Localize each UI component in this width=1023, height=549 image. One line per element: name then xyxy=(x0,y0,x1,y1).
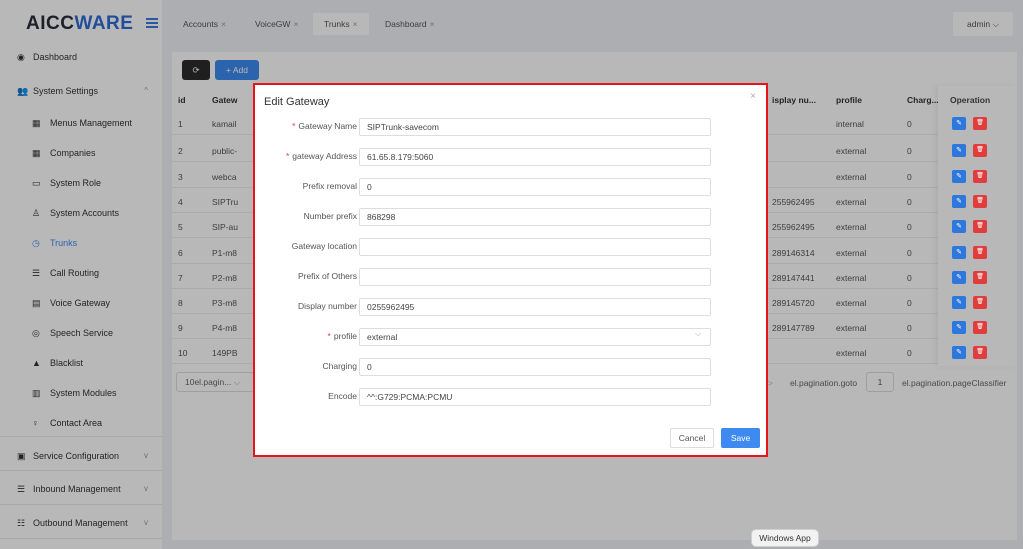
form-row: Encode ^^:G729:PCMA:PCMU xyxy=(255,388,766,406)
column-header-operation: Operation xyxy=(950,95,991,105)
field-label-text: Prefix of Others xyxy=(297,271,357,281)
dialog-title: Edit Gateway xyxy=(264,96,330,108)
field-input[interactable]: 0255962495 xyxy=(359,298,711,316)
edit-gateway-dialog: Edit Gateway × * Gateway Name SIPTrunk-sav… xyxy=(253,83,768,457)
field-label: Prefix removal xyxy=(303,181,357,191)
os-tooltip: Windows App xyxy=(751,529,819,547)
edit-button[interactable]: ✎ xyxy=(952,271,966,284)
save-button[interactable]: Save xyxy=(721,428,760,448)
cancel-button[interactable]: Cancel xyxy=(670,428,714,448)
field-label: * gateway Address xyxy=(286,151,357,161)
delete-button[interactable]: 🗑 xyxy=(973,271,987,284)
field-input[interactable] xyxy=(359,268,711,286)
field-label-text: Prefix removal xyxy=(302,181,357,191)
edit-button[interactable]: ✎ xyxy=(952,144,966,157)
edit-button[interactable]: ✎ xyxy=(952,321,966,334)
form-row: Charging 0 xyxy=(255,358,766,376)
close-icon[interactable]: × xyxy=(750,91,756,102)
delete-button[interactable]: 🗑 xyxy=(973,321,987,334)
field-label-text: gateway Address xyxy=(292,151,357,161)
field-label-text: Number prefix xyxy=(303,211,357,221)
field-input[interactable]: 61.65.8.179:5060 xyxy=(359,148,711,166)
field-input[interactable]: ^^:G729:PCMA:PCMU xyxy=(359,388,711,406)
field-input[interactable]: SIPTrunk-savecom xyxy=(359,118,711,136)
field-input[interactable]: 0 xyxy=(359,358,711,376)
edit-button[interactable]: ✎ xyxy=(952,170,966,183)
delete-button[interactable]: 🗑 xyxy=(973,346,987,359)
form-row: * profile external ⌵ xyxy=(255,328,766,346)
field-label: Encode xyxy=(328,391,357,401)
field-input[interactable] xyxy=(359,238,711,256)
field-label: Prefix of Others xyxy=(298,271,357,281)
chevron-down-icon: ⌵ xyxy=(695,329,702,338)
field-label-text: profile xyxy=(333,331,357,341)
edit-button[interactable]: ✎ xyxy=(952,117,966,130)
delete-button[interactable]: 🗑 xyxy=(973,195,987,208)
field-input[interactable]: 868298 xyxy=(359,208,711,226)
form-row: Gateway location xyxy=(255,238,766,256)
delete-button[interactable]: 🗑 xyxy=(973,220,987,233)
field-label: * Gateway Name xyxy=(292,121,357,131)
field-label: Number prefix xyxy=(304,211,357,221)
delete-button[interactable]: 🗑 xyxy=(973,170,987,183)
delete-button[interactable]: 🗑 xyxy=(973,296,987,309)
field-input[interactable]: 0 xyxy=(359,178,711,196)
field-label-text: Gateway location xyxy=(291,241,357,251)
form-row: Number prefix 868298 xyxy=(255,208,766,226)
edit-button[interactable]: ✎ xyxy=(952,195,966,208)
required-asterisk: * xyxy=(292,121,296,131)
edit-button[interactable]: ✎ xyxy=(952,246,966,259)
field-label-text: Display number xyxy=(297,301,357,311)
edit-button[interactable]: ✎ xyxy=(952,296,966,309)
delete-button[interactable]: 🗑 xyxy=(973,117,987,130)
field-label: Display number xyxy=(298,301,357,311)
required-asterisk: * xyxy=(285,151,290,161)
form-row: Prefix of Others xyxy=(255,268,766,286)
field-label-text: Encode xyxy=(328,391,357,401)
form-row: * gateway Address 61.65.8.179:5060 xyxy=(255,148,766,166)
field-label-text: Charging xyxy=(322,361,358,371)
form-row: Prefix removal 0 xyxy=(255,178,766,196)
field-label: * profile xyxy=(328,331,357,341)
required-asterisk: * xyxy=(327,331,331,341)
profile-select[interactable]: external xyxy=(359,328,711,346)
field-label: Charging xyxy=(323,361,358,371)
delete-button[interactable]: 🗑 xyxy=(973,246,987,259)
form-row: * Gateway Name SIPTrunk-savecom xyxy=(255,118,766,136)
edit-button[interactable]: ✎ xyxy=(952,346,966,359)
field-label-text: Gateway Name xyxy=(298,121,357,131)
field-label: Gateway location xyxy=(292,241,357,251)
form-row: Display number 0255962495 xyxy=(255,298,766,316)
delete-button[interactable]: 🗑 xyxy=(973,144,987,157)
edit-button[interactable]: ✎ xyxy=(952,220,966,233)
